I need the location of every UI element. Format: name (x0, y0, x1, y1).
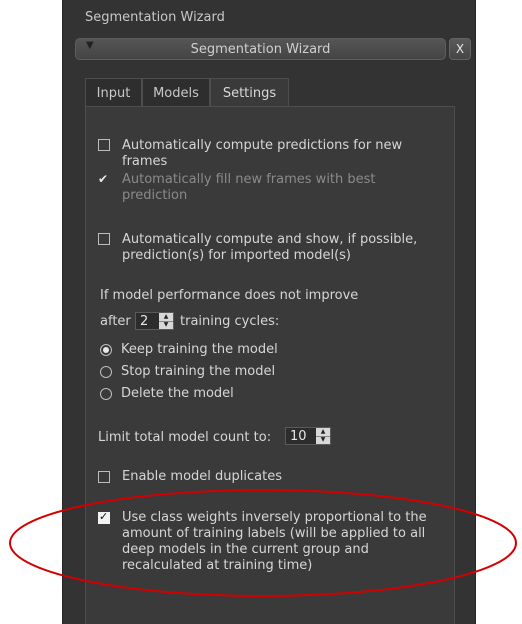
limit-model-count-label: Limit total model count to: (98, 430, 272, 445)
auto-show-label-line2: prediction(s) for imported model(s) (122, 248, 351, 263)
training-cycles-value: 2 (140, 314, 149, 329)
class-weights-label-line3: deep models in the current group and (122, 542, 369, 557)
collapse-bar-label: Segmentation Wizard (190, 42, 331, 57)
class-weights-label-line4: recalculated at training time) (122, 558, 313, 573)
auto-show-label-line1: Automatically compute and show, if possi… (122, 232, 418, 247)
enable-duplicates-checkbox[interactable] (98, 471, 110, 483)
panel-title: Segmentation Wizard (85, 10, 225, 25)
radio-keep-training[interactable] (100, 344, 112, 356)
auto-fill-checkbox[interactable]: ✔ (98, 172, 108, 186)
training-cycles-label: training cycles: (180, 314, 280, 329)
tab-settings[interactable]: Settings (210, 78, 289, 107)
training-cycles-spinbox[interactable]: 2 ▲ ▼ (135, 312, 174, 330)
auto-compute-label-line2: frames (122, 154, 168, 169)
settings-tab-content: Automatically compute predictions for ne… (85, 106, 455, 624)
class-weights-label-line1: Use class weights inversely proportional… (122, 510, 427, 525)
auto-compute-label-line1: Automatically compute predictions for ne… (122, 138, 403, 153)
auto-fill-label-line1: Automatically fill new frames with best (122, 172, 376, 187)
class-weights-label-line2: amount of training labels (will be appli… (122, 526, 426, 541)
radio-keep-training-label: Keep training the model (121, 342, 278, 357)
radio-stop-training[interactable] (100, 366, 112, 378)
segmentation-wizard-collapse-bar[interactable]: ▼ Segmentation Wizard (75, 38, 446, 60)
close-button[interactable]: X (449, 38, 471, 60)
enable-duplicates-label: Enable model duplicates (122, 469, 282, 484)
after-label: after (100, 314, 131, 329)
class-weights-checkbox[interactable] (98, 510, 110, 524)
tab-models[interactable]: Models (142, 78, 210, 106)
spin-buttons: ▲ ▼ (159, 313, 173, 329)
radio-stop-training-label: Stop training the model (121, 364, 276, 379)
spin-down-icon[interactable]: ▼ (316, 436, 330, 444)
auto-fill-label-line2: prediction (122, 188, 188, 203)
spin-buttons: ▲ ▼ (316, 428, 330, 444)
model-count-value: 10 (290, 429, 307, 444)
segmentation-wizard-panel: Segmentation Wizard ▼ Segmentation Wizar… (62, 0, 476, 624)
auto-compute-checkbox[interactable] (98, 139, 110, 151)
performance-heading: If model performance does not improve (100, 288, 359, 303)
radio-delete-model-label: Delete the model (121, 386, 234, 401)
tab-input[interactable]: Input (85, 78, 142, 106)
spin-down-icon[interactable]: ▼ (159, 321, 173, 329)
auto-show-checkbox[interactable] (98, 233, 110, 245)
radio-delete-model[interactable] (100, 388, 112, 400)
model-count-spinbox[interactable]: 10 ▲ ▼ (285, 427, 331, 445)
